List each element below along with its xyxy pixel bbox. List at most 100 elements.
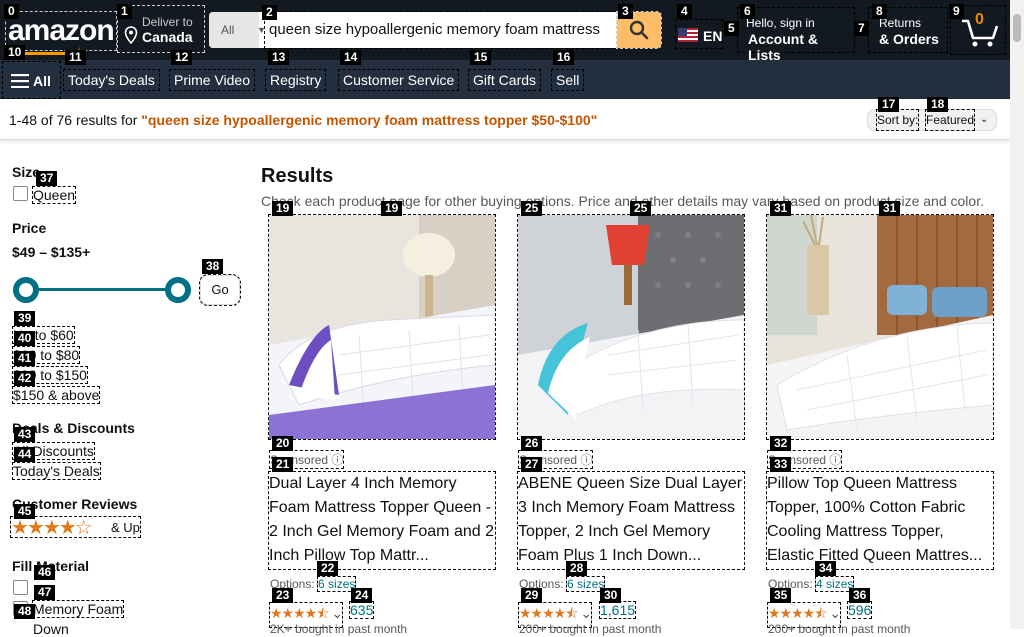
size-queen-checkbox[interactable]: [13, 186, 28, 201]
results-heading: Results: [261, 165, 334, 187]
price-link-150-above[interactable]: $150 & above: [11, 386, 101, 404]
star-rating-icon: ★★★★⯪: [270, 605, 329, 621]
filter-price-heading: Price: [12, 220, 47, 236]
all-menu-button[interactable]: All: [2, 61, 61, 99]
mark-label: 31: [770, 201, 792, 216]
mark-label: 20: [272, 436, 294, 451]
mark-label: 19: [381, 201, 403, 216]
bought-info-1: 2K+ bought in past month: [270, 622, 408, 636]
scrollbar-thumb[interactable]: [1013, 14, 1021, 42]
mark-label: 44: [14, 447, 36, 462]
mark-label: 16: [553, 50, 575, 65]
page-scrollbar[interactable]: [1010, 0, 1024, 629]
mark-label: 32: [770, 436, 792, 451]
info-icon: ⓘ: [829, 453, 842, 467]
mark-label: 23: [272, 588, 294, 603]
search-icon: [629, 20, 649, 40]
search-category-value: All: [221, 23, 235, 37]
search-input[interactable]: queen size hypoallergenic memory foam ma…: [264, 11, 624, 49]
mark-label: 19: [272, 201, 294, 216]
nav-prime-video[interactable]: Prime Video: [168, 69, 256, 91]
reviews-count-3[interactable]: 596: [846, 601, 873, 619]
bought-info-2: 200+ bought in past month: [519, 622, 662, 636]
mark-label: 48: [14, 604, 36, 619]
nav-sell[interactable]: Sell: [550, 69, 585, 91]
nav-todays-deals[interactable]: Today's Deals: [63, 69, 160, 91]
mattress-topper-image: [518, 215, 744, 439]
size-queen-label[interactable]: Queen: [31, 186, 77, 204]
fill-down-label[interactable]: Down: [33, 621, 69, 637]
deliver-label: Deliver to: [142, 15, 193, 29]
reviews-count-2[interactable]: 1,615: [598, 601, 637, 619]
info-icon: ⓘ: [331, 453, 344, 467]
results-query: "queen size hypoallergenic memory foam m…: [141, 112, 598, 128]
mark-label: 5: [724, 21, 739, 36]
product-title-1[interactable]: Dual Layer 4 Inch Memory Foam Mattress T…: [268, 471, 496, 570]
chevron-down-icon: ⌄: [580, 605, 592, 621]
mark-label: 33: [770, 457, 792, 472]
results-info-bar: 1-48 of 76 results for "queen size hypoa…: [0, 99, 1010, 140]
deals-link-todays-deals[interactable]: Today's Deals: [12, 462, 101, 480]
account-lists-label: Account & Lists: [748, 31, 818, 63]
orders-label: & Orders: [879, 31, 939, 47]
sort-dropdown[interactable]: Sort by: Featured ⌄: [867, 109, 997, 131]
language-selector[interactable]: EN: [675, 19, 723, 49]
mark-label: 34: [815, 561, 837, 576]
search-category-select[interactable]: All ▼: [209, 12, 266, 48]
nav-gift-cards[interactable]: Gift Cards: [467, 69, 542, 91]
results-count: 1-48 of 76 results for: [9, 112, 142, 128]
mark-label: 14: [340, 50, 362, 65]
us-flag-icon: [678, 28, 698, 42]
mattress-topper-image: [767, 215, 993, 439]
mark-label: 43: [14, 427, 36, 442]
mark-label: 35: [770, 588, 792, 603]
sort-value[interactable]: Featured: [924, 109, 976, 131]
mark-label: 2: [262, 5, 277, 20]
deliver-country: Canada: [142, 29, 193, 45]
mark-label: 41: [14, 351, 36, 366]
fill-memory-foam-checkbox[interactable]: [13, 580, 28, 595]
product-title-2[interactable]: ABENE Queen Size Dual Layer 3 Inch Memor…: [517, 471, 745, 570]
reviews-count-1[interactable]: 635: [348, 601, 375, 619]
sizes-link-1[interactable]: 6 sizes: [317, 576, 357, 592]
amazon-logo[interactable]: amazon: [5, 11, 117, 51]
mark-label: 22: [317, 561, 339, 576]
mark-label: 46: [34, 565, 56, 580]
mark-label: 28: [566, 561, 588, 576]
mark-label: 37: [36, 171, 58, 186]
account-lists[interactable]: Hello, sign in Account & Lists: [737, 7, 855, 63]
reviews-4-up-link[interactable]: ★★★★☆ & Up: [10, 516, 141, 539]
price-go-button[interactable]: Go: [199, 274, 241, 306]
mattress-topper-image: [269, 215, 495, 439]
sizes-link-2[interactable]: 6 sizes: [566, 576, 606, 592]
account-greeting: Hello, sign in: [746, 16, 815, 30]
mark-label: 25: [521, 201, 543, 216]
mark-label: 6: [740, 4, 755, 19]
mark-label: 29: [521, 588, 543, 603]
mark-label: 31: [879, 201, 901, 216]
price-slider-max-handle[interactable]: [165, 277, 191, 303]
bought-info-3: 200+ bought in past month: [768, 622, 911, 636]
nav-customer-service[interactable]: Customer Service: [337, 69, 460, 91]
product-image-1[interactable]: [268, 214, 496, 440]
mark-label: 39: [14, 311, 36, 326]
sizes-link-3[interactable]: 4 sizes: [815, 576, 855, 592]
mark-label: 36: [849, 588, 871, 603]
product-title-3[interactable]: Pillow Top Queen Mattress Topper, 100% C…: [766, 471, 994, 570]
product-image-2[interactable]: [517, 214, 745, 440]
price-slider-track: [26, 288, 178, 291]
product-image-3[interactable]: [766, 214, 994, 440]
mark-label: 15: [470, 50, 492, 65]
price-range-value: $49 – $135+: [12, 244, 91, 260]
mark-label: 12: [171, 50, 193, 65]
reviews-up-label: & Up: [111, 520, 140, 535]
fill-memory-foam-label[interactable]: Memory Foam: [31, 600, 125, 618]
info-icon: ⓘ: [580, 453, 593, 467]
mark-label: 26: [521, 436, 543, 451]
mark-label: 45: [14, 504, 36, 519]
price-slider-min-handle[interactable]: [13, 277, 39, 303]
nav-registry[interactable]: Registry: [264, 69, 327, 91]
mark-label: 4: [677, 4, 692, 19]
mark-label: 10: [4, 45, 26, 60]
chevron-down-icon: ⌄: [829, 605, 841, 621]
